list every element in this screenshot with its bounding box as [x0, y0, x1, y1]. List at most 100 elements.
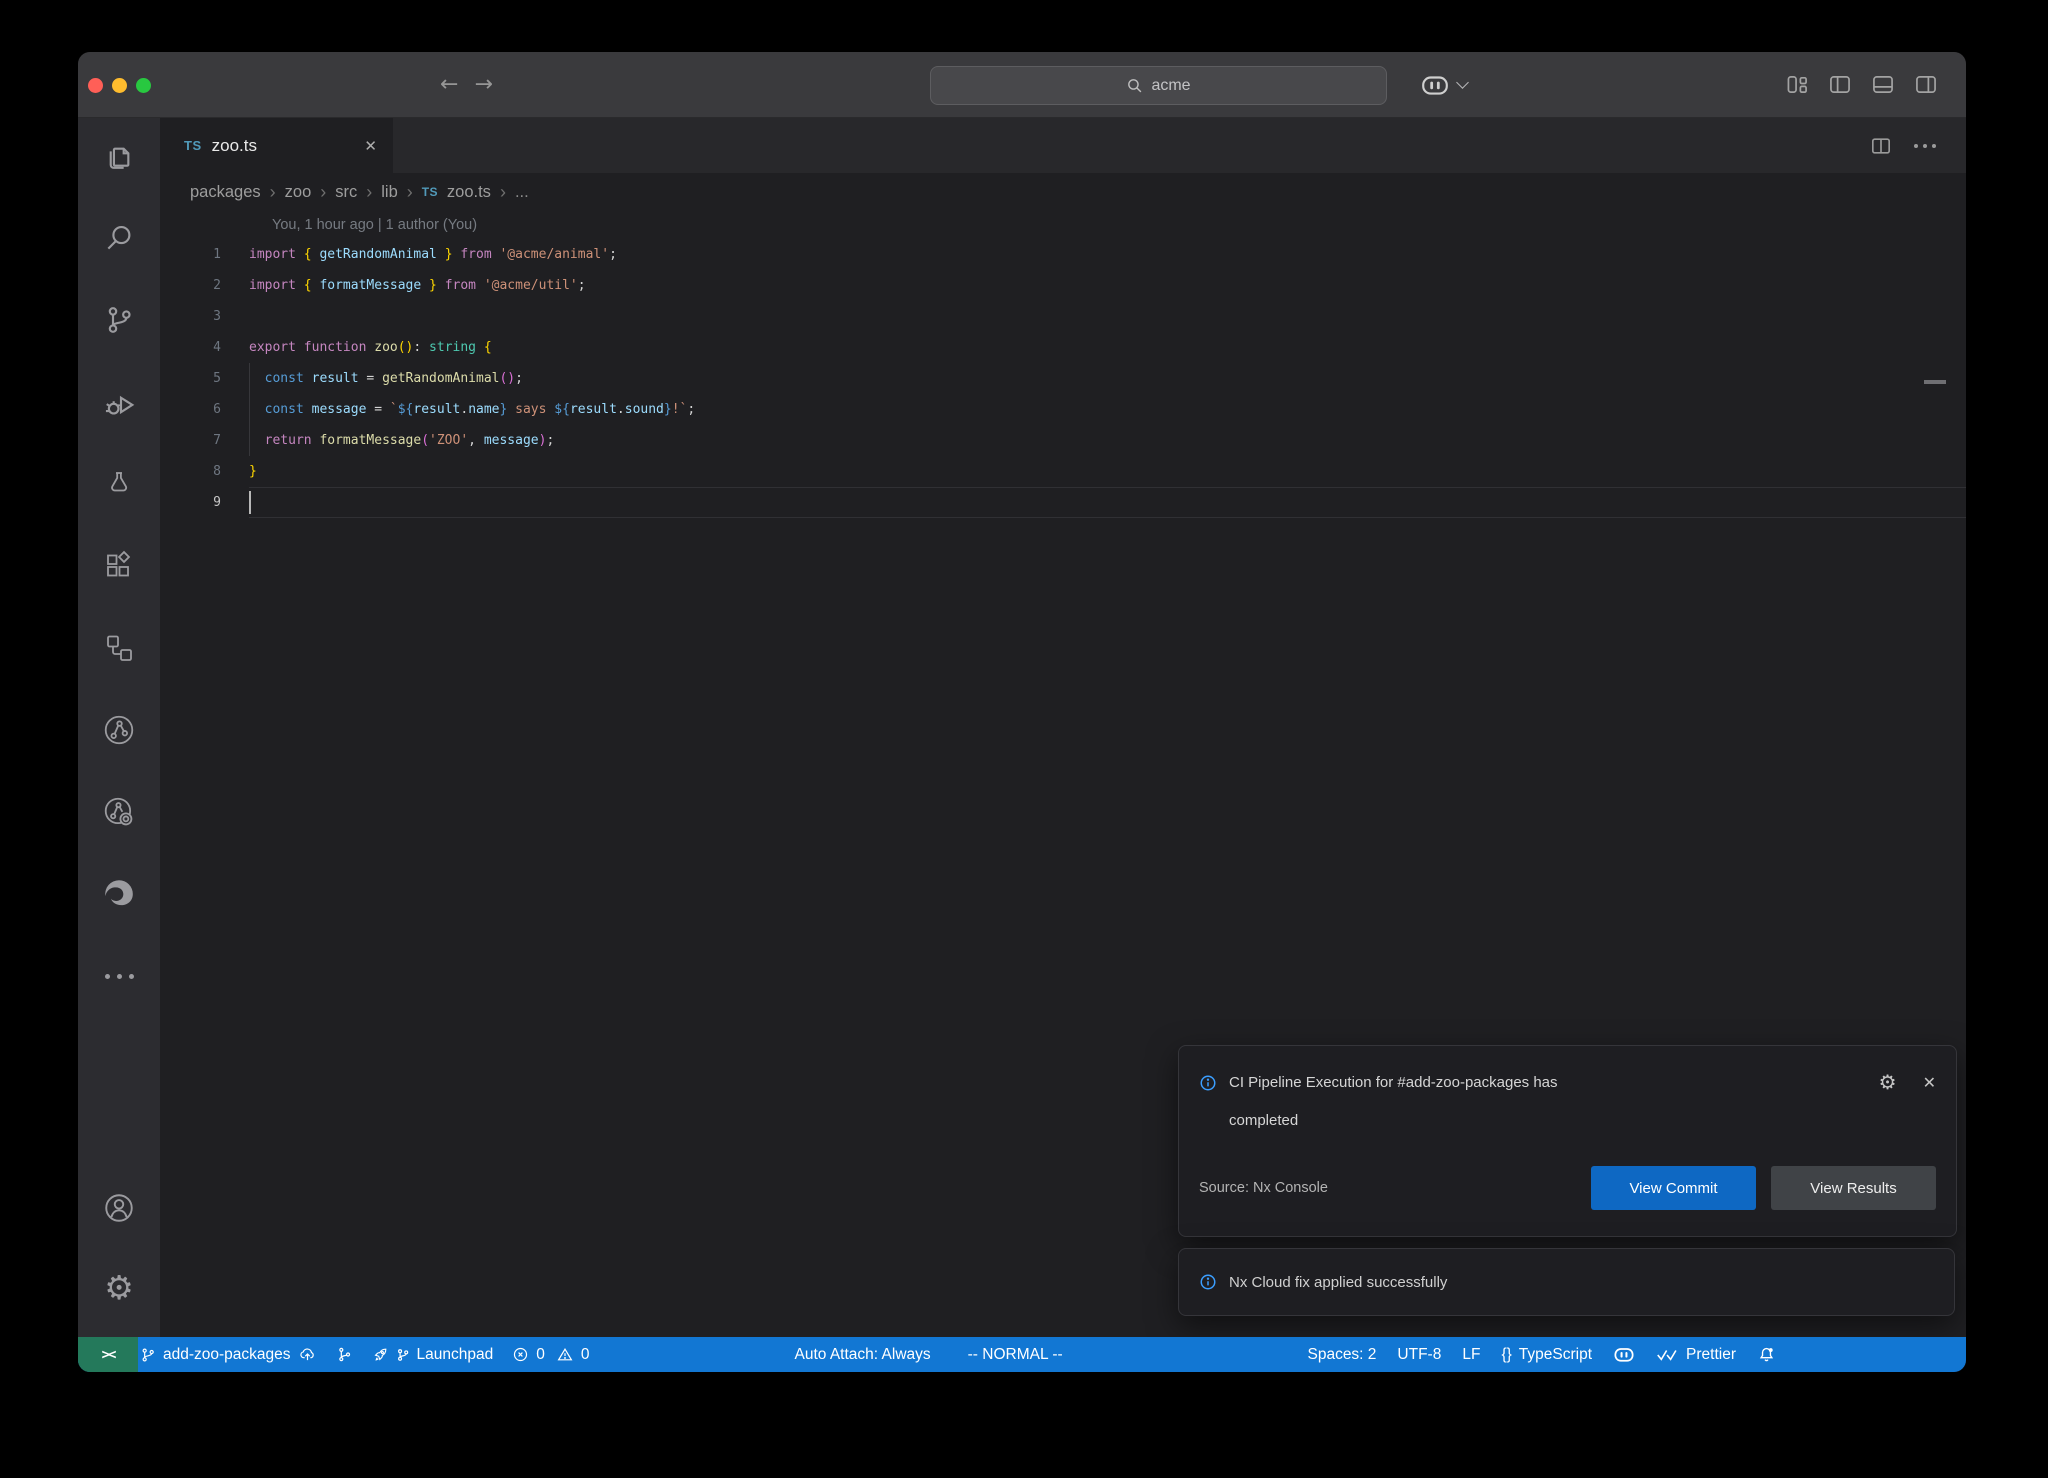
breadcrumb: packages › zoo › src › lib › TS zoo.ts ›…	[160, 173, 1966, 211]
braces-icon: {}	[1501, 1346, 1511, 1364]
copilot-status[interactable]	[1613, 1345, 1635, 1364]
branch-name: add-zoo-packages	[163, 1346, 291, 1364]
customize-layout-icon[interactable]	[1786, 74, 1809, 95]
language-mode-status[interactable]: {} TypeScript	[1501, 1346, 1592, 1364]
source-control-icon[interactable]	[102, 303, 136, 337]
view-commit-button[interactable]: View Commit	[1591, 1166, 1756, 1210]
notifications-bell[interactable]	[1757, 1345, 1776, 1364]
notification-toast-ci-pipeline: CI Pipeline Execution for #add-zoo-packa…	[1178, 1045, 1957, 1237]
code-line: 2import { formatMessage } from '@acme/ut…	[160, 270, 1966, 301]
chevron-right-icon: ›	[270, 182, 276, 203]
launchpad-button[interactable]: Launchpad	[372, 1346, 494, 1364]
bell-icon	[1757, 1345, 1776, 1364]
account-icon[interactable]	[102, 1191, 136, 1225]
spaces-label: Spaces: 2	[1307, 1346, 1376, 1364]
view-results-button[interactable]: View Results	[1771, 1166, 1936, 1210]
edge-browser-icon[interactable]	[102, 877, 136, 911]
problems-status[interactable]: 0 0	[512, 1346, 589, 1364]
code-line: 9	[160, 487, 1966, 518]
git-blame-annotation: You, 1 hour ago | 1 author (You)	[160, 211, 1966, 239]
auto-attach-status[interactable]: Auto Attach: Always	[795, 1346, 931, 1364]
settings-gear-icon[interactable]: ⚙	[102, 1271, 136, 1305]
overview-ruler-mark	[1924, 380, 1946, 384]
vim-mode-label: -- NORMAL --	[968, 1346, 1063, 1364]
eol-label: LF	[1462, 1346, 1480, 1364]
project-structure-icon[interactable]	[102, 631, 136, 665]
tab-zoo-ts[interactable]: TS zoo.ts ✕	[160, 118, 393, 173]
breadcrumb-more[interactable]: ...	[515, 183, 529, 202]
toggle-panel-icon[interactable]	[1871, 74, 1895, 95]
encoding-status[interactable]: UTF-8	[1397, 1346, 1441, 1364]
git-graph-icon	[336, 1346, 353, 1363]
vim-mode-indicator[interactable]: -- NORMAL --	[968, 1346, 1063, 1364]
tab-bar: TS zoo.ts ✕	[160, 118, 1966, 173]
warning-count: 0	[581, 1346, 590, 1364]
git-branch-icon	[140, 1347, 156, 1363]
git-branch-status[interactable]: add-zoo-packages	[140, 1346, 317, 1364]
search-view-icon[interactable]	[102, 221, 136, 255]
maximize-window-button[interactable]	[136, 78, 151, 93]
copilot-icon[interactable]	[1420, 72, 1450, 98]
breadcrumb-item[interactable]: zoo	[285, 183, 312, 202]
typescript-file-icon: TS	[184, 138, 202, 153]
source-control-graph-button[interactable]	[336, 1346, 353, 1363]
formatter-label: Prettier	[1686, 1346, 1736, 1364]
breadcrumb-item[interactable]: lib	[381, 183, 398, 202]
editor-more-actions-icon[interactable]	[1914, 144, 1936, 148]
more-views-icon[interactable]	[102, 959, 136, 993]
notification-source: Source: Nx Console	[1199, 1180, 1328, 1196]
toggle-sidebar-icon[interactable]	[1828, 74, 1852, 95]
close-window-button[interactable]	[88, 78, 103, 93]
search-icon	[1126, 77, 1143, 94]
explorer-icon[interactable]	[102, 139, 136, 173]
notification-message: CI Pipeline Execution for #add-zoo-packa…	[1229, 1064, 1629, 1140]
chevron-right-icon: ›	[500, 182, 506, 203]
text-cursor	[249, 491, 251, 514]
vscode-window: ← → acme	[78, 52, 1966, 1372]
tab-close-icon[interactable]: ✕	[364, 137, 377, 155]
rocket-icon	[372, 1346, 389, 1363]
breadcrumb-item[interactable]: src	[335, 183, 357, 202]
chevron-right-icon: ›	[366, 182, 372, 203]
tab-label: zoo.ts	[212, 136, 257, 156]
notification-settings-gear-icon[interactable]: ⚙	[1879, 1072, 1897, 1092]
command-center-search[interactable]: acme	[930, 66, 1387, 105]
auto-attach-label: Auto Attach: Always	[795, 1346, 931, 1364]
testing-icon[interactable]	[102, 467, 136, 501]
nx-cloud-icon[interactable]	[102, 795, 136, 829]
breadcrumb-item-file[interactable]: zoo.ts	[447, 183, 491, 202]
notification-close-icon[interactable]: ✕	[1923, 1073, 1936, 1092]
indentation-status[interactable]: Spaces: 2	[1307, 1346, 1376, 1364]
branch-small-icon	[396, 1348, 410, 1362]
status-bar: >< add-zoo-packages Launchpad 0 0	[78, 1337, 1966, 1372]
code-line: 8}	[160, 456, 1966, 487]
code-line: 7 return formatMessage('ZOO', message);	[160, 425, 1966, 456]
language-label: TypeScript	[1519, 1346, 1592, 1364]
typescript-file-icon: TS	[422, 185, 438, 199]
encoding-label: UTF-8	[1397, 1346, 1441, 1364]
code-line: 5 const result = getRandomAnimal();	[160, 363, 1966, 394]
run-debug-icon[interactable]	[102, 385, 136, 419]
launchpad-label: Launchpad	[417, 1346, 494, 1364]
window-controls	[88, 78, 151, 93]
split-editor-icon[interactable]	[1870, 136, 1892, 156]
extensions-icon[interactable]	[102, 549, 136, 583]
nx-console-icon[interactable]	[102, 713, 136, 747]
eol-status[interactable]: LF	[1462, 1346, 1480, 1364]
copilot-chevron-down-icon[interactable]	[1456, 76, 1469, 89]
publish-cloud-icon	[298, 1346, 317, 1363]
minimize-window-button[interactable]	[112, 78, 127, 93]
formatter-status[interactable]: Prettier	[1656, 1346, 1736, 1364]
chevron-right-icon: ›	[407, 182, 413, 203]
code-line: 4export function zoo(): string {	[160, 332, 1966, 363]
error-icon	[512, 1346, 529, 1363]
title-bar: ← → acme	[78, 52, 1966, 118]
toggle-secondary-sidebar-icon[interactable]	[1914, 74, 1938, 95]
code-line: 6 const message = `${result.name} says $…	[160, 394, 1966, 425]
code-line: 1import { getRandomAnimal } from '@acme/…	[160, 239, 1966, 270]
navigate-back-icon[interactable]: ←	[440, 72, 458, 97]
breadcrumb-item[interactable]: packages	[190, 183, 261, 202]
remote-indicator[interactable]: ><	[78, 1337, 138, 1372]
navigate-forward-icon[interactable]: →	[474, 72, 492, 97]
info-icon	[1199, 1074, 1217, 1092]
